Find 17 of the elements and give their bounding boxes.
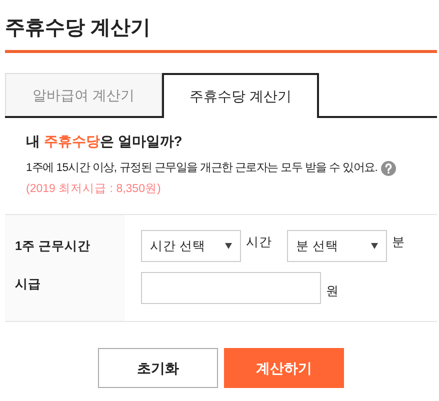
help-icon[interactable]	[380, 160, 396, 176]
tab[interactable]: 주휴수당 계산기	[162, 73, 319, 118]
dropdown[interactable]: 시간 선택	[141, 230, 241, 262]
minimum-wage-note: (2019 최저시급 : 8,350원)	[26, 182, 161, 197]
unit-label: 분	[392, 234, 405, 251]
unit-label: 원	[326, 283, 339, 300]
field-label: 1주 근무시간	[15, 239, 90, 253]
section-heading: 내 주휴수당은 얼마일까?	[26, 132, 182, 151]
caret-icon	[225, 243, 232, 249]
reset-button[interactable]: 초기화	[98, 348, 218, 388]
field-label: 시급	[15, 277, 41, 291]
caret-icon	[371, 243, 378, 249]
dropdown[interactable]: 분 선택	[287, 230, 387, 262]
page-title: 주휴수당 계산기	[5, 16, 151, 41]
input-field[interactable]	[141, 272, 321, 304]
description-text: 1주에 15시간 이상, 규정된 근무일을 개근한 근로자는 모두 받을 수 있어요.	[26, 161, 378, 176]
unit-label: 시간	[246, 234, 272, 251]
